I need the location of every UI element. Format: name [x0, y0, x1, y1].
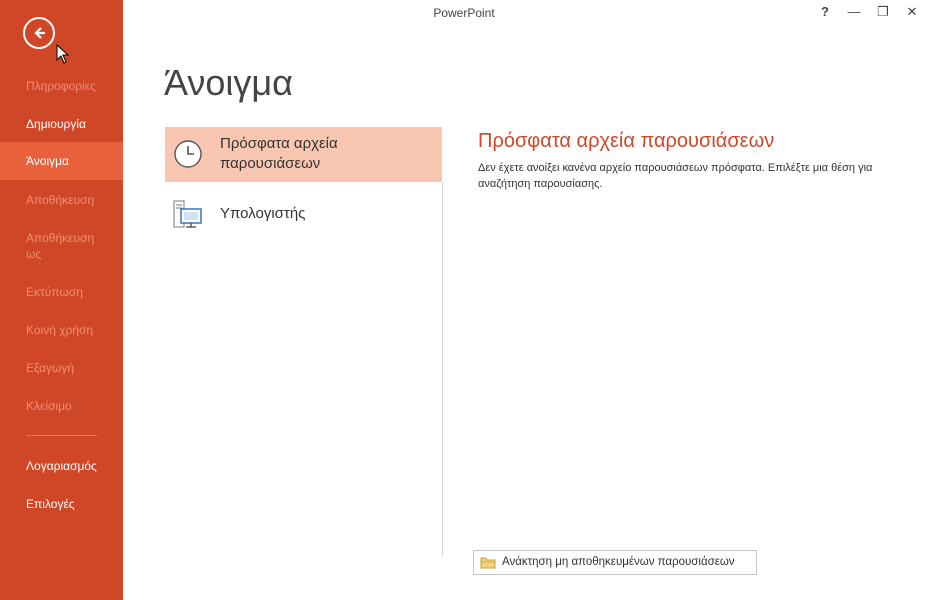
clock-icon	[174, 140, 202, 168]
location-recent-label: Πρόσφατα αρχεία παρουσιάσεων	[220, 135, 338, 172]
nav-export[interactable]: Εξαγωγή	[0, 360, 123, 376]
nav-options[interactable]: Επιλογές	[0, 496, 123, 512]
recover-unsaved-label: Ανάκτηση μη αποθηκευμένων παρουσιάσεων	[502, 556, 735, 568]
restore-button[interactable]: ❐	[873, 4, 893, 20]
location-recent[interactable]: Πρόσφατα αρχεία παρουσιάσεων	[165, 127, 442, 182]
nav-open[interactable]: Άνοιγμα	[0, 142, 123, 180]
nav-close[interactable]: Κλείσιμο	[0, 398, 123, 414]
back-button[interactable]	[23, 17, 55, 49]
recover-unsaved-button[interactable]: Ανάκτηση μη αποθηκευμένων παρουσιάσεων	[473, 550, 757, 575]
panel-divider	[442, 182, 443, 557]
recent-files-description: Δεν έχετε ανοίξει κανένα αρχείο παρουσιά…	[478, 162, 873, 190]
page-title: Άνοιγμα	[164, 62, 293, 103]
nav-new[interactable]: Δημιουργία	[0, 116, 123, 132]
help-button[interactable]: ?	[815, 4, 835, 20]
nav-info[interactable]: Πληροφορίες	[0, 78, 123, 94]
window-title: PowerPoint	[433, 6, 495, 20]
close-button[interactable]: ✕	[902, 4, 922, 20]
nav-account[interactable]: Λογαριασμός	[0, 458, 123, 474]
back-arrow-icon	[34, 27, 45, 39]
backstage-sidebar: Πληροφορίες Δημιουργία Άνοιγμα Αποθήκευσ…	[0, 0, 123, 600]
nav-save[interactable]: Αποθήκευση	[0, 192, 123, 208]
mouse-cursor-icon	[56, 44, 70, 64]
nav-save-as[interactable]: Αποθήκευση ως	[0, 230, 110, 262]
nav-divider	[26, 435, 97, 436]
folder-icon	[480, 557, 496, 569]
location-computer-label: Υπολογιστής	[220, 205, 306, 222]
computer-icon	[173, 200, 202, 228]
nav-share[interactable]: Κοινή χρήση	[0, 322, 123, 338]
location-computer[interactable]: Υπολογιστής	[165, 196, 442, 236]
recent-files-title: Πρόσφατα αρχεία παρουσιάσεων	[478, 130, 775, 152]
minimize-button[interactable]: —	[844, 4, 864, 20]
nav-print[interactable]: Εκτύπωση	[0, 284, 123, 300]
